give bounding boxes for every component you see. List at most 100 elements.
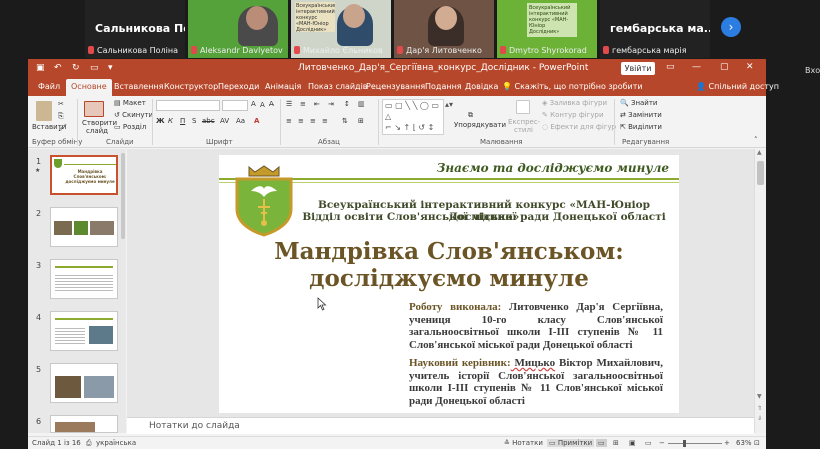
select-button[interactable]: ⇱ Виділити xyxy=(620,123,662,131)
grow-font-icon[interactable]: A xyxy=(251,100,256,108)
scroll-up-icon[interactable]: ▲ xyxy=(757,149,762,156)
slide-thumbnail-4[interactable] xyxy=(50,311,118,351)
replace-button[interactable]: ⇄ Замінити xyxy=(620,111,662,119)
participant-tile[interactable]: Всеукраїнський інтерактивний конкурс «МА… xyxy=(497,0,597,58)
slide-thumbnail-5[interactable] xyxy=(50,363,118,403)
quick-styles-button-line2[interactable]: стилі xyxy=(514,126,533,134)
customize-toolbar-icon[interactable]: ▾ xyxy=(108,63,113,73)
undo-icon[interactable]: ↶ xyxy=(54,63,62,73)
redo-icon[interactable]: ↻ xyxy=(72,63,80,73)
notes-pane[interactable]: Нотатки до слайда xyxy=(127,417,754,434)
text-direction-icon[interactable]: ⇅ xyxy=(342,117,348,125)
bullets-icon[interactable]: ☰ xyxy=(286,100,292,108)
scroll-thumb[interactable] xyxy=(757,161,764,185)
align-center-icon[interactable]: ≡ xyxy=(298,117,304,125)
italic-button[interactable]: К xyxy=(168,117,173,125)
char-spacing-button[interactable]: AV xyxy=(220,117,229,125)
columns-icon[interactable]: ▥ xyxy=(358,100,365,108)
normal-view-icon[interactable]: ▭ xyxy=(596,439,607,447)
minimize-icon[interactable]: — xyxy=(692,62,701,72)
slide-thumbnail-1[interactable]: Мандрівка Слов'янськом: досліджуємо мину… xyxy=(50,155,118,195)
arrange-icon[interactable]: ⧉ xyxy=(468,111,473,120)
scroll-down-icon[interactable]: ▼ xyxy=(757,393,762,400)
new-slide-button-line2[interactable]: слайд xyxy=(86,127,108,135)
change-case-button[interactable]: Aa xyxy=(236,117,245,125)
new-slide-icon[interactable] xyxy=(84,101,104,117)
tab-design[interactable]: Конструктор xyxy=(164,82,218,91)
shrink-font-icon[interactable]: A xyxy=(260,101,265,109)
format-painter-icon[interactable]: 🖌 xyxy=(58,124,67,132)
participant-tile[interactable]: Сальникова По... Сальникова Поліна xyxy=(85,0,185,58)
shapes-gallery[interactable]: ▭ ▢ ╲ ╲ ◯ ▭ △⌐ ↘ ↑ ⌊ ↺ ↕ ↗⤿ { } ☆ ↘ xyxy=(382,99,444,135)
save-icon[interactable]: ▣ xyxy=(36,63,45,73)
font-name-combo[interactable] xyxy=(156,100,220,111)
numbering-icon[interactable]: ≡ xyxy=(300,100,306,108)
previous-slide-icon[interactable]: ⇑ xyxy=(757,405,762,412)
slide-thumbnail-3[interactable] xyxy=(50,259,118,299)
tab-transitions[interactable]: Переходи xyxy=(218,82,259,91)
shape-effects-button[interactable]: ◌ Ефекти для фігур xyxy=(542,123,616,131)
share-button[interactable]: 👤 Спільний доступ xyxy=(696,82,779,91)
slide-sorter-icon[interactable]: ⊞ xyxy=(613,439,619,447)
new-slide-button[interactable]: Створити xyxy=(82,119,117,127)
section-button[interactable]: ▭ Розділ xyxy=(114,123,146,131)
cut-icon[interactable]: ✂ xyxy=(58,100,64,108)
fit-to-window-icon[interactable]: ⊡ xyxy=(754,439,760,447)
align-left-icon[interactable]: ≡ xyxy=(286,117,292,125)
next-slide-icon[interactable]: ⇓ xyxy=(757,415,762,422)
quick-styles-button[interactable]: Експрес- xyxy=(508,118,540,126)
increase-indent-icon[interactable]: ⇥ xyxy=(328,100,334,108)
tab-home[interactable]: Основне xyxy=(66,79,112,96)
paste-icon[interactable] xyxy=(36,101,52,121)
shape-outline-button[interactable]: ✎ Контур фігури xyxy=(542,111,604,119)
layout-button[interactable]: ▤ Макет xyxy=(114,99,146,107)
participant-tile[interactable]: гембарська ма... гембарська марія xyxy=(600,0,710,58)
tab-slideshow[interactable]: Показ слайдів xyxy=(308,82,368,91)
tab-help[interactable]: Довідка xyxy=(465,82,498,91)
zoom-level[interactable]: 63% xyxy=(736,439,752,447)
tab-insert[interactable]: Вставлення xyxy=(114,82,163,91)
spellcheck-icon[interactable]: ⎙ xyxy=(86,439,92,448)
maximize-icon[interactable]: ▢ xyxy=(720,62,729,72)
close-icon[interactable]: ✕ xyxy=(746,62,754,72)
participant-tile[interactable]: Aleksandr Davlyetov xyxy=(188,0,288,58)
notes-toggle[interactable]: ≙ Нотатки xyxy=(504,439,543,447)
reset-button[interactable]: ↺ Скинути xyxy=(114,111,153,119)
clear-format-icon[interactable]: A̶ xyxy=(269,100,274,108)
canvas-scrollbar[interactable]: ▲ ▼ ⇑ ⇓ xyxy=(754,149,766,433)
quick-styles-icon[interactable] xyxy=(516,100,530,114)
language-status[interactable]: українська xyxy=(96,439,136,447)
tab-file[interactable]: Файл xyxy=(38,82,60,91)
slide[interactable]: Знаємо та досліджуємо минуле Всеукраїнсь… xyxy=(219,155,679,413)
zoom-slider-track[interactable] xyxy=(668,443,722,444)
shadow-button[interactable]: S xyxy=(192,117,196,125)
underline-button[interactable]: П xyxy=(180,117,185,125)
zoom-in-icon[interactable]: + xyxy=(724,439,730,447)
sign-in-button[interactable]: Увійти xyxy=(621,62,655,75)
slide-thumbnail-6[interactable] xyxy=(50,415,118,433)
reading-view-icon[interactable]: ▣ xyxy=(629,439,636,447)
smartart-icon[interactable]: ⊞ xyxy=(358,117,364,125)
zoom-out-icon[interactable]: − xyxy=(659,439,665,447)
copy-icon[interactable]: ⎘ xyxy=(58,112,64,121)
participant-tile[interactable]: Всеукраїнський інтерактивний конкурс «МА… xyxy=(291,0,391,58)
chevron-right-icon[interactable]: › xyxy=(721,17,741,37)
comments-toggle[interactable]: ▭ Примітки xyxy=(547,439,595,447)
justify-icon[interactable]: ≡ xyxy=(322,117,328,125)
arrange-button[interactable]: Упорядкувати xyxy=(454,121,506,129)
tab-review[interactable]: Рецензування xyxy=(366,82,425,91)
side-panel-label[interactable]: Вхо xyxy=(805,66,820,75)
ribbon-display-icon[interactable]: ▭ xyxy=(666,62,675,72)
tab-animations[interactable]: Анімація xyxy=(265,82,301,91)
start-slideshow-icon[interactable]: ▭ xyxy=(90,63,99,73)
align-right-icon[interactable]: ≡ xyxy=(310,117,316,125)
slide-thumbnail-2[interactable] xyxy=(50,207,118,247)
strikethrough-button[interactable]: abc xyxy=(202,117,215,125)
thumbnails-scrollbar[interactable] xyxy=(121,153,125,239)
font-color-button[interactable]: A xyxy=(254,117,259,125)
collapse-ribbon-icon[interactable]: ˄ xyxy=(754,136,758,144)
font-size-combo[interactable] xyxy=(222,100,248,111)
zoom-slider-thumb[interactable] xyxy=(682,440,686,447)
decrease-indent-icon[interactable]: ⇤ xyxy=(314,100,320,108)
participant-tile[interactable]: Дар'я Литовченко xyxy=(394,0,494,58)
